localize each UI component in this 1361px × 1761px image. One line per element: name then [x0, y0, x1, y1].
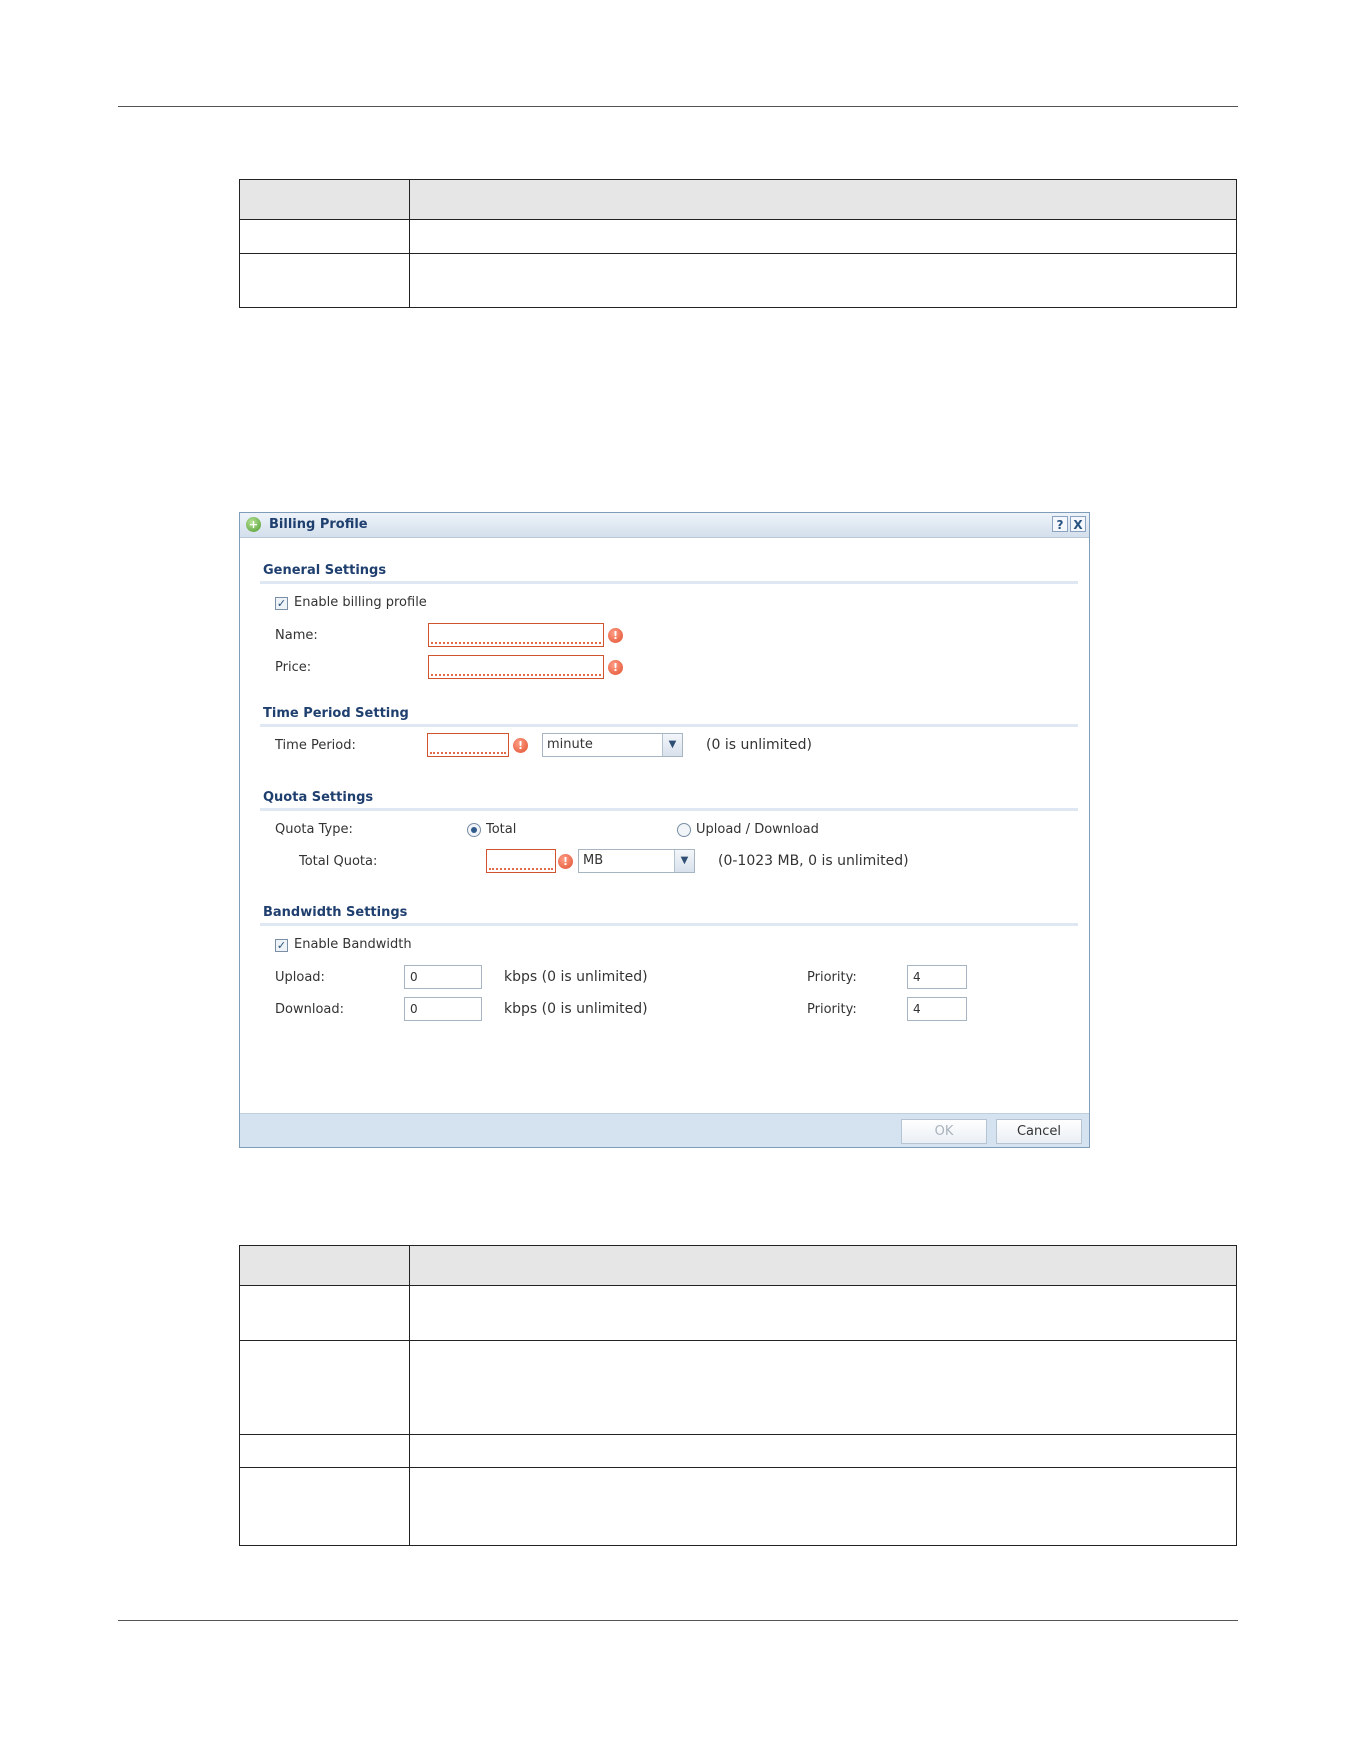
- price-input[interactable]: [428, 655, 604, 679]
- section-divider: [260, 923, 1078, 926]
- download-priority-label: Priority:: [807, 1002, 857, 1017]
- quota-updown-label: Upload / Download: [696, 822, 819, 837]
- quota-type-label: Quota Type:: [275, 822, 353, 837]
- download-priority-input[interactable]: 4: [907, 997, 967, 1021]
- quota-unit-value: MB: [583, 853, 604, 868]
- upload-priority-label: Priority:: [807, 970, 857, 985]
- download-label: Download:: [275, 1002, 344, 1017]
- time-unit-select[interactable]: minute ▼: [542, 733, 683, 757]
- table-row: [239, 219, 1237, 254]
- quota-updown-radio[interactable]: [677, 823, 691, 837]
- help-icon[interactable]: ?: [1052, 516, 1068, 532]
- table-header-row: [239, 1245, 1237, 1286]
- upload-priority-input[interactable]: 4: [907, 965, 967, 989]
- total-quota-input[interactable]: [486, 849, 556, 873]
- total-quota-warning-icon: !: [558, 854, 573, 869]
- section-divider: [260, 581, 1078, 584]
- quota-unit-select[interactable]: MB ▼: [578, 849, 695, 873]
- download-input[interactable]: 0: [404, 997, 482, 1021]
- close-icon[interactable]: X: [1070, 516, 1086, 532]
- cancel-button[interactable]: Cancel: [996, 1119, 1082, 1144]
- quota-total-label: Total: [486, 822, 517, 837]
- name-input[interactable]: [428, 623, 604, 647]
- table-row: [239, 1285, 1237, 1341]
- ok-button[interactable]: OK: [901, 1119, 987, 1144]
- time-unit-value: minute: [547, 737, 593, 752]
- section-divider: [260, 808, 1078, 811]
- footer-rule: [118, 1620, 1238, 1621]
- price-warning-icon: !: [608, 660, 623, 675]
- download-hint: kbps (0 is unlimited): [504, 1001, 648, 1017]
- price-label: Price:: [275, 660, 312, 675]
- quota-total-radio[interactable]: [467, 823, 481, 837]
- add-icon: +: [246, 517, 261, 532]
- doc-table-top: [239, 179, 1237, 308]
- time-period-heading: Time Period Setting: [263, 706, 409, 721]
- section-divider: [260, 724, 1078, 727]
- total-quota-label: Total Quota:: [299, 854, 378, 869]
- time-period-label: Time Period:: [275, 738, 356, 753]
- time-period-warning-icon: !: [513, 738, 528, 753]
- time-period-input[interactable]: [427, 733, 509, 757]
- bandwidth-settings-heading: Bandwidth Settings: [263, 905, 408, 920]
- enable-bandwidth-label: Enable Bandwidth: [294, 937, 412, 952]
- name-warning-icon: !: [608, 628, 623, 643]
- chevron-down-icon: ▼: [674, 850, 694, 872]
- table-row: [239, 1467, 1237, 1546]
- enable-bandwidth-checkbox[interactable]: ✓: [275, 939, 288, 952]
- name-label: Name:: [275, 628, 318, 643]
- table-header-row: [239, 179, 1237, 220]
- dialog-footer: OK Cancel: [240, 1113, 1089, 1147]
- dialog-titlebar: + Billing Profile ? X: [240, 513, 1089, 538]
- header-rule: [118, 106, 1238, 107]
- dialog-title: Billing Profile: [269, 517, 368, 532]
- table-row: [239, 1340, 1237, 1435]
- enable-billing-checkbox[interactable]: ✓: [275, 597, 288, 610]
- general-settings-heading: General Settings: [263, 563, 387, 578]
- billing-profile-dialog: + Billing Profile ? X General Settings ✓…: [239, 512, 1090, 1148]
- quota-settings-heading: Quota Settings: [263, 790, 374, 805]
- chevron-down-icon: ▼: [662, 734, 682, 756]
- table-row: [239, 253, 1237, 308]
- doc-table-bottom: [239, 1245, 1237, 1546]
- upload-hint: kbps (0 is unlimited): [504, 969, 648, 985]
- time-period-hint: (0 is unlimited): [706, 737, 812, 753]
- upload-input[interactable]: 0: [404, 965, 482, 989]
- total-quota-hint: (0-1023 MB, 0 is unlimited): [718, 853, 909, 869]
- enable-billing-label: Enable billing profile: [294, 595, 427, 610]
- table-row: [239, 1434, 1237, 1468]
- upload-label: Upload:: [275, 970, 325, 985]
